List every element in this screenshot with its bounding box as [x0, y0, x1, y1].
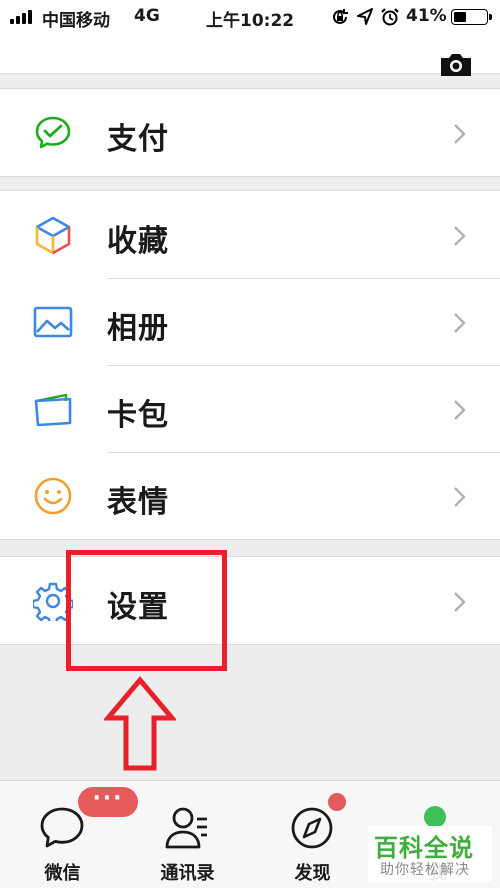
compass-icon — [291, 807, 333, 849]
alarm-icon — [381, 8, 399, 26]
contacts-icon — [165, 807, 207, 849]
profile-icon — [424, 806, 446, 828]
chevron-right-icon — [454, 226, 466, 246]
settings-highlight-box — [66, 550, 227, 671]
menu-item-favorites[interactable]: 收藏 — [0, 191, 500, 278]
menu-item-label: 支付 — [107, 122, 169, 157]
battery-icon — [451, 9, 492, 25]
menu-item-album[interactable]: 相册 — [0, 278, 500, 365]
tab-contacts[interactable]: 通讯录 — [125, 781, 250, 888]
menu-group-pay: 支付 — [0, 88, 500, 177]
watermark-title: 百科全说 — [374, 834, 474, 862]
watermark-subtitle: 助你轻松解决 — [380, 862, 470, 878]
chevron-right-icon — [454, 400, 466, 420]
camera-icon[interactable] — [438, 51, 474, 79]
status-time: 上午10:22 — [206, 11, 295, 31]
menu-item-label: 卡包 — [107, 398, 169, 433]
tab-discover[interactable]: 发现 — [250, 781, 375, 888]
battery-level-fill — [454, 12, 467, 22]
photo-icon — [33, 306, 73, 338]
tab-label: 微信 — [44, 863, 81, 884]
battery-percent: 41% — [406, 6, 447, 26]
status-bar: 中国移动 4G 上午10:22 41% — [0, 0, 500, 34]
chat-bubble-icon — [40, 807, 84, 848]
location-icon — [357, 8, 373, 25]
network-type: 4G — [134, 6, 160, 26]
wechat-pay-icon — [35, 116, 71, 149]
signal-icon — [10, 10, 38, 24]
tab-label: 通讯录 — [160, 863, 215, 884]
rotation-lock-icon — [333, 9, 348, 24]
menu-item-label: 收藏 — [107, 224, 169, 259]
chevron-right-icon — [454, 592, 466, 612]
menu-group-content: 收藏 相册 卡包 表情 — [0, 190, 500, 540]
smiley-icon — [34, 477, 72, 515]
notification-dot — [328, 793, 346, 811]
menu-item-label: 相册 — [107, 311, 169, 346]
profile-header — [0, 34, 500, 76]
menu-item-pay[interactable]: 支付 — [0, 89, 500, 176]
menu-item-cards[interactable]: 卡包 — [0, 365, 500, 452]
tab-label: 发现 — [294, 863, 331, 884]
chevron-right-icon — [454, 487, 466, 507]
carrier-name: 中国移动 — [42, 11, 110, 31]
up-arrow-icon — [104, 676, 176, 771]
chevron-right-icon — [454, 313, 466, 333]
menu-item-stickers[interactable]: 表情 — [0, 452, 500, 539]
watermark-logo: 百科全说 助你轻松解决 — [368, 826, 492, 882]
menu-item-label: 表情 — [107, 485, 169, 520]
cube-icon — [35, 216, 71, 255]
wallet-icon — [34, 393, 72, 427]
chevron-right-icon — [454, 124, 466, 144]
tab-chats[interactable]: 微信 ··· — [0, 781, 138, 888]
